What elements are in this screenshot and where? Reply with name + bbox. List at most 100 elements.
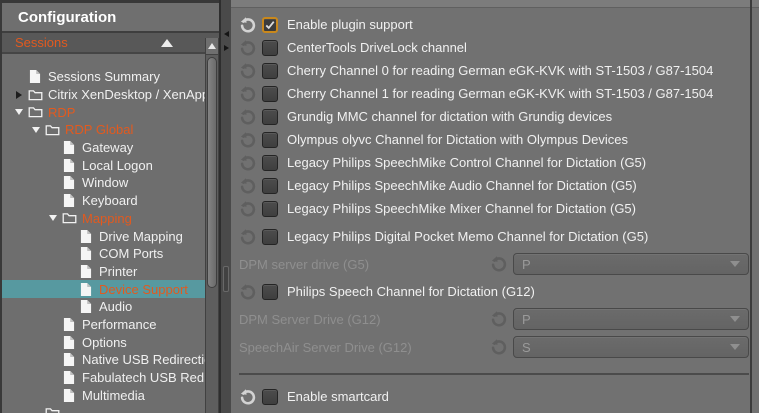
tree-item-label: Drive Mapping <box>99 229 183 244</box>
tree-item-drive-mapping[interactable]: Drive Mapping <box>2 227 205 245</box>
tree-item-local-logon[interactable]: Local Logon <box>2 156 205 174</box>
expanded-arrow-icon[interactable] <box>10 109 27 115</box>
page-icon <box>61 317 77 332</box>
checkbox[interactable] <box>262 63 278 79</box>
checkbox-row-cherry-channel-0-for-reading-german-egk-kvk-with-st-1503-g87-1504: Cherry Channel 0 for reading German eGK-… <box>239 59 749 82</box>
checkbox[interactable] <box>262 389 278 405</box>
checkbox[interactable] <box>262 178 278 194</box>
checkbox-label: Enable smartcard <box>287 389 389 404</box>
collapse-right-icon[interactable] <box>224 45 229 51</box>
checkbox-row-cherry-channel-1-for-reading-german-egk-kvk-with-st-1503-g87-1504: Cherry Channel 1 for reading German eGK-… <box>239 82 749 105</box>
checkbox[interactable] <box>262 284 278 300</box>
reset-to-default-icon[interactable] <box>490 338 508 356</box>
expanded-arrow-icon[interactable] <box>44 215 61 221</box>
tree-item-device-support[interactable]: Device Support <box>2 280 205 298</box>
tree-item-label: Device Support <box>99 282 188 297</box>
reset-to-default-icon[interactable] <box>239 200 257 218</box>
folder-icon <box>44 124 60 136</box>
page-icon <box>78 246 94 261</box>
tree-item-window[interactable]: Window <box>2 174 205 192</box>
tree-item-label: Performance <box>82 317 156 332</box>
collapse-up-icon[interactable] <box>161 39 173 47</box>
dropdown-value: P <box>522 257 531 272</box>
dropdown-arrow-icon <box>730 316 740 322</box>
reset-to-default-icon[interactable] <box>239 154 257 172</box>
tree-item-citrix-xendesktop-xenapp[interactable]: Citrix XenDesktop / XenApp <box>2 86 205 104</box>
tree-item-printer[interactable]: Printer <box>2 263 205 281</box>
tree-item[interactable] <box>2 404 205 413</box>
checkbox-row-centertools-drivelock-channel: CenterTools DriveLock channel <box>239 36 749 59</box>
tree-item-com-ports[interactable]: COM Ports <box>2 245 205 263</box>
tree-item-label: Native USB Redirection <box>82 352 205 367</box>
folder-icon <box>61 212 77 224</box>
tree-item-label: Multimedia <box>82 388 145 403</box>
checkbox[interactable] <box>262 109 278 125</box>
checkbox-row-legacy-philips-speechmike-control-channel-for-dictation-g5: Legacy Philips SpeechMike Control Channe… <box>239 151 749 174</box>
sidebar-scrollbar[interactable] <box>205 38 219 413</box>
page-icon <box>78 282 94 297</box>
checkbox-row-legacy-philips-speechmike-mixer-channel-for-dictation-g5: Legacy Philips SpeechMike Mixer Channel … <box>239 197 749 220</box>
checkbox[interactable] <box>262 17 278 33</box>
tree-item-fabulatech-usb-redirection[interactable]: Fabulatech USB Redirection <box>2 369 205 387</box>
dropdown[interactable]: P <box>513 253 749 275</box>
dropdown-row-dpm-server-drive-g5: DPM server drive (G5)P <box>239 251 749 277</box>
reset-to-default-icon[interactable] <box>239 16 257 34</box>
scrollbar-thumb[interactable] <box>207 57 217 288</box>
splitter[interactable] <box>219 0 231 413</box>
tree: Sessions SummaryCitrix XenDesktop / XenA… <box>2 56 205 413</box>
dropdown-label: SpeechAir Server Drive (G12) <box>239 340 490 355</box>
reset-to-default-icon[interactable] <box>239 85 257 103</box>
tree-item-label: COM Ports <box>99 246 163 261</box>
tree-item-mapping[interactable]: Mapping <box>2 210 205 228</box>
checkbox-row-olympus-olyvc-channel-for-dictation-with-olympus-devices: Olympus olyvc Channel for Dictation with… <box>239 128 749 151</box>
checkbox[interactable] <box>262 40 278 56</box>
checkbox[interactable] <box>262 201 278 217</box>
reset-to-default-icon[interactable] <box>239 62 257 80</box>
checkbox[interactable] <box>262 132 278 148</box>
panel-top-strip <box>231 0 759 8</box>
tree-item-label: Printer <box>99 264 137 279</box>
checkbox-label: Olympus olyvc Channel for Dictation with… <box>287 132 628 147</box>
tree-item-multimedia[interactable]: Multimedia <box>2 386 205 404</box>
dropdown[interactable]: S <box>513 336 749 358</box>
dropdown-row-speechair-server-drive-g12: SpeechAir Server Drive (G12) S <box>239 334 749 360</box>
tree-item-sessions-summary[interactable]: Sessions Summary <box>2 68 205 86</box>
tree-item-rdp-global[interactable]: RDP Global <box>2 121 205 139</box>
tree-item-keyboard[interactable]: Keyboard <box>2 192 205 210</box>
reset-to-default-icon[interactable] <box>239 177 257 195</box>
scroll-up-button[interactable] <box>206 38 218 55</box>
collapsed-arrow-icon[interactable] <box>10 91 27 99</box>
reset-to-default-icon[interactable] <box>239 108 257 126</box>
page-icon <box>61 335 77 350</box>
folder-icon <box>27 89 43 101</box>
checkbox-label: Cherry Channel 1 for reading German eGK-… <box>287 86 713 101</box>
page-icon <box>61 388 77 403</box>
reset-to-default-icon[interactable] <box>239 388 257 406</box>
page-icon <box>78 229 94 244</box>
reset-to-default-icon[interactable] <box>239 228 257 246</box>
checkbox[interactable] <box>262 86 278 102</box>
collapse-left-icon[interactable] <box>224 31 229 37</box>
reset-to-default-icon[interactable] <box>239 39 257 57</box>
tree-item-performance[interactable]: Performance <box>2 316 205 334</box>
page-icon <box>78 299 94 314</box>
reset-to-default-icon[interactable] <box>490 310 508 328</box>
tree-item-label: Window <box>82 175 128 190</box>
checkbox-row-enable-smartcard: Enable smartcard <box>239 385 749 408</box>
dropdown[interactable]: P <box>513 308 749 330</box>
tree-item-options[interactable]: Options <box>2 333 205 351</box>
tree-item-native-usb-redirection[interactable]: Native USB Redirection <box>2 351 205 369</box>
reset-to-default-icon[interactable] <box>239 283 257 301</box>
sessions-section-header[interactable]: Sessions <box>2 33 219 54</box>
dropdown-arrow-icon <box>730 261 740 267</box>
reset-to-default-icon[interactable] <box>490 255 508 273</box>
tree-item-gateway[interactable]: Gateway <box>2 139 205 157</box>
expanded-arrow-icon[interactable] <box>27 127 44 133</box>
checkbox[interactable] <box>262 155 278 171</box>
reset-to-default-icon[interactable] <box>239 131 257 149</box>
tree-item-audio[interactable]: Audio <box>2 298 205 316</box>
checkbox[interactable] <box>262 229 278 245</box>
tree-item-rdp[interactable]: RDP <box>2 103 205 121</box>
checkbox-label: Legacy Philips SpeechMike Control Channe… <box>287 155 646 170</box>
splitter-grip[interactable] <box>223 266 229 292</box>
